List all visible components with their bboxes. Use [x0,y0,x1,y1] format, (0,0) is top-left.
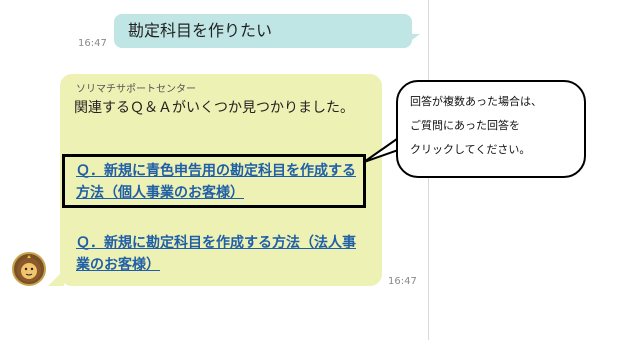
lion-mascot-icon [17,255,41,282]
bot-avatar [12,252,46,286]
user-bubble-tail [404,34,420,46]
answer-link-1[interactable]: Ｑ．新規に青色申告用の勘定科目を作成する方法（個人事業のお客様） [76,163,356,201]
user-message-bubble: 勘定科目を作りたい [114,14,412,48]
answer-link-2[interactable]: Ｑ．新規に勘定科目を作成する方法（法人事業のお客様） [76,235,356,273]
callout-text: 回答が複数あった場合は、 ご質問にあった回答を クリックしてください。 [410,95,542,156]
user-message-text: 勘定科目を作りたい [128,21,273,40]
bot-message-text: 関連するＱ＆Ａがいくつか見つかりました。 [74,100,354,116]
bot-message-time: 16:47 [388,276,417,287]
user-message-time: 16:47 [78,38,107,49]
bot-sender-name: ソリマチサポートセンター [76,84,196,95]
bot-bubble-tail [48,270,64,286]
